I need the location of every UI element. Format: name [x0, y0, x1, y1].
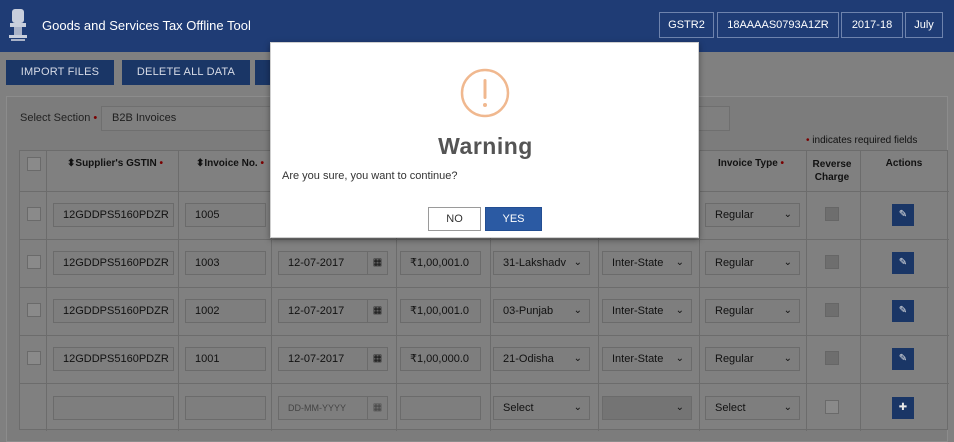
chevron-down-icon: ⌄ — [783, 209, 792, 220]
reverse-charge-checkbox[interactable] — [825, 351, 839, 365]
invoice-type-select[interactable]: Regular ⌄ — [705, 347, 800, 371]
new-invoice-type-select[interactable]: Select ⌄ — [705, 396, 800, 420]
row-checkbox[interactable] — [27, 351, 41, 365]
select-section-label: Select Section • — [20, 112, 98, 124]
row-checkbox[interactable] — [27, 255, 41, 269]
edit-button[interactable]: ✎ — [892, 252, 914, 274]
edit-button[interactable]: ✎ — [892, 348, 914, 370]
chevron-down-icon: ⌄ — [573, 353, 582, 364]
edit-button[interactable]: ✎ — [892, 300, 914, 322]
chevron-down-icon: ⌄ — [675, 305, 684, 316]
pencil-icon: ✎ — [898, 305, 908, 316]
new-invoice-no-field[interactable] — [185, 396, 266, 420]
invoice-no-field[interactable]: 1001 — [185, 347, 266, 371]
supplier-gstin-field[interactable]: 12GDDPS5160PDZR — [53, 203, 174, 227]
invoice-value-field[interactable]: ₹1,00,001.0 — [400, 251, 481, 275]
chevron-down-icon: ⌄ — [675, 402, 684, 413]
chevron-down-icon: ⌄ — [783, 402, 792, 413]
invoice-no-field[interactable]: 1003 — [185, 251, 266, 275]
invoice-no-field[interactable]: 1002 — [185, 299, 266, 323]
section-select[interactable]: B2B Invoices — [101, 106, 271, 131]
supply-type-select[interactable]: Inter-State ⌄ — [602, 251, 692, 275]
no-button[interactable]: NO — [428, 207, 481, 231]
reverse-charge-header: Reverse Charge — [812, 159, 852, 183]
import-files-button[interactable]: IMPORT FILES — [6, 60, 114, 85]
new-supplier-gstin-field[interactable] — [53, 396, 174, 420]
required-marker: • — [90, 112, 98, 124]
return-type-badge: GSTR2 — [659, 12, 714, 38]
invoice-date-field[interactable]: 12-07-2017 ▦ — [278, 347, 388, 371]
row-checkbox[interactable] — [27, 303, 41, 317]
app-title: Goods and Services Tax Offline Tool — [42, 18, 251, 33]
place-of-supply-select[interactable]: 31-Lakshadv ⌄ — [493, 251, 590, 275]
chevron-down-icon: ⌄ — [675, 257, 684, 268]
invoice-value-field[interactable]: ₹1,00,001.0 — [400, 299, 481, 323]
chevron-down-icon: ⌄ — [783, 305, 792, 316]
supplier-gstin-field[interactable]: 12GDDPS5160PDZR — [53, 251, 174, 275]
delete-all-data-button[interactable]: DELETE ALL DATA — [122, 60, 250, 85]
invoice-no-field[interactable]: 1005 — [185, 203, 266, 227]
supplier-gstin-field[interactable]: 12GDDPS5160PDZR — [53, 299, 174, 323]
invoice-value-field[interactable]: ₹1,00,000.0 — [400, 347, 481, 371]
new-reverse-charge-checkbox[interactable] — [825, 400, 839, 414]
invoice-type-header: Invoice Type • — [717, 158, 785, 169]
supply-type-select[interactable]: Inter-State ⌄ — [602, 299, 692, 323]
month-badge: July — [905, 12, 943, 38]
exclamation-icon — [460, 68, 510, 118]
yes-button[interactable]: YES — [485, 207, 542, 231]
emblem-logo — [9, 9, 27, 41]
required-note: • indicates required fields — [806, 135, 918, 146]
chevron-down-icon: ⌄ — [573, 305, 582, 316]
plus-icon: ✚ — [898, 402, 908, 413]
invoice-type-select[interactable]: Regular ⌄ — [705, 203, 800, 227]
invoice-date-field[interactable]: 12-07-2017 ▦ — [278, 251, 388, 275]
add-row-button[interactable]: ✚ — [892, 397, 914, 419]
row-checkbox[interactable] — [27, 207, 41, 221]
pencil-icon: ✎ — [898, 209, 908, 220]
dialog-title: Warning — [438, 133, 533, 159]
edit-button[interactable]: ✎ — [892, 204, 914, 226]
calendar-icon[interactable]: ▦ — [367, 252, 387, 274]
place-of-supply-select[interactable]: 21-Odisha ⌄ — [493, 347, 590, 371]
reverse-charge-checkbox[interactable] — [825, 207, 839, 221]
chevron-down-icon: ⌄ — [783, 257, 792, 268]
dialog-message: Are you sure, you want to continue? — [282, 170, 458, 182]
invoice-no-header[interactable]: ⬍Invoice No. • — [190, 158, 270, 169]
chevron-down-icon: ⌄ — [675, 353, 684, 364]
fiscal-year-badge: 2017-18 — [841, 12, 903, 38]
calendar-icon[interactable]: ▦ — [367, 397, 387, 419]
new-supply-type-select[interactable]: ⌄ — [602, 396, 692, 420]
supplier-gstin-header[interactable]: ⬍Supplier's GSTIN • — [60, 158, 170, 169]
invoice-date-field[interactable]: 12-07-2017 ▦ — [278, 299, 388, 323]
chevron-down-icon: ⌄ — [573, 402, 582, 413]
actions-header: Actions — [885, 158, 923, 169]
warning-dialog: Warning Are you sure, you want to contin… — [270, 42, 699, 238]
calendar-icon[interactable]: ▦ — [367, 348, 387, 370]
new-invoice-value-field[interactable] — [400, 396, 481, 420]
gstin-badge: 18AAAAS0793A1ZR — [717, 12, 839, 38]
invoice-type-select[interactable]: Regular ⌄ — [705, 251, 800, 275]
pencil-icon: ✎ — [898, 257, 908, 268]
place-of-supply-select[interactable]: 03-Punjab ⌄ — [493, 299, 590, 323]
new-invoice-date-field[interactable]: DD-MM-YYYY ▦ — [278, 396, 388, 420]
reverse-charge-checkbox[interactable] — [825, 255, 839, 269]
supplier-gstin-field[interactable]: 12GDDPS5160PDZR — [53, 347, 174, 371]
pencil-icon: ✎ — [898, 353, 908, 364]
reverse-charge-checkbox[interactable] — [825, 303, 839, 317]
section-filter-box[interactable] — [697, 106, 730, 131]
invoice-type-select[interactable]: Regular ⌄ — [705, 299, 800, 323]
new-place-of-supply-select[interactable]: Select ⌄ — [493, 396, 590, 420]
supply-type-select[interactable]: Inter-State ⌄ — [602, 347, 692, 371]
calendar-icon[interactable]: ▦ — [367, 300, 387, 322]
chevron-down-icon: ⌄ — [783, 353, 792, 364]
chevron-down-icon: ⌄ — [573, 257, 582, 268]
select-all-checkbox[interactable] — [27, 157, 41, 171]
